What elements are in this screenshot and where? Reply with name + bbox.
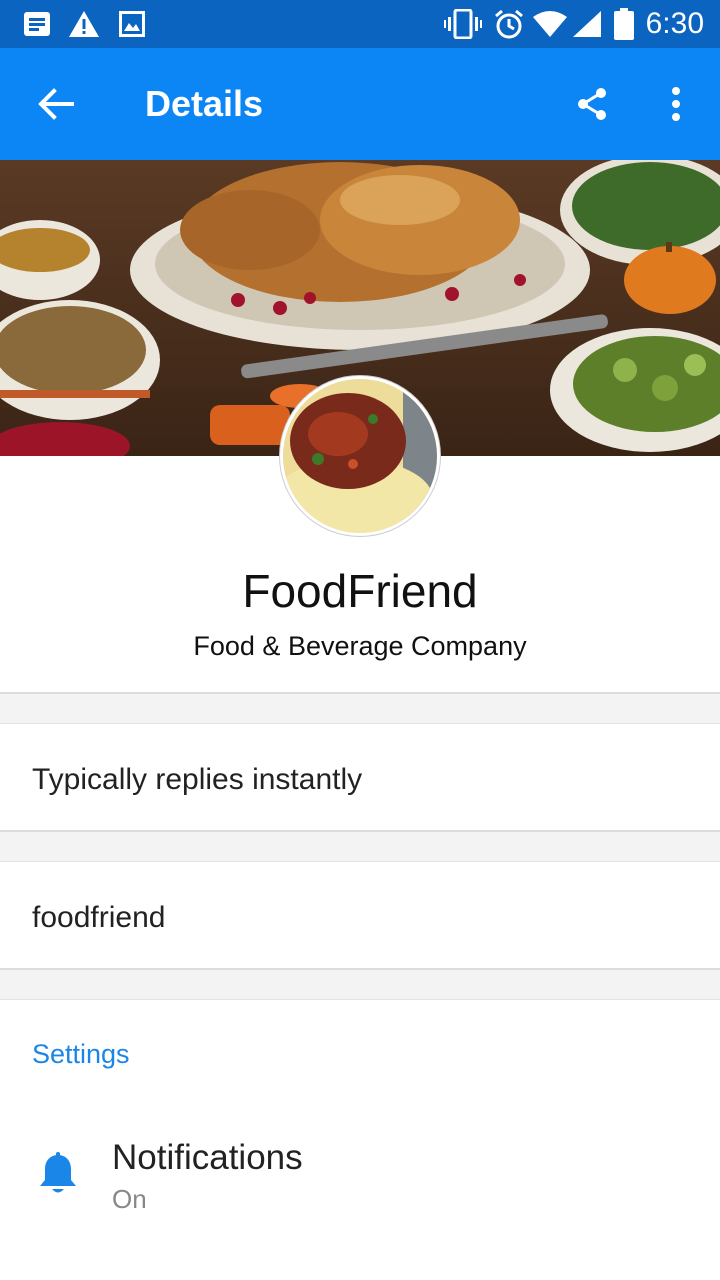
page-title: Details <box>145 83 264 124</box>
warning-icon <box>68 8 100 40</box>
more-vertical-icon <box>672 87 680 121</box>
battery-icon <box>612 8 636 40</box>
page-name: FoodFriend <box>242 565 478 617</box>
message-icon <box>22 8 52 40</box>
vibrate-icon <box>444 8 482 40</box>
bell-icon <box>40 1152 76 1193</box>
status-bar: 6:30 <box>0 0 720 48</box>
username-text: foodfriend <box>32 901 166 934</box>
notifications-label: Notifications <box>112 1138 303 1177</box>
back-button[interactable] <box>28 76 84 132</box>
response-time-text: Typically replies instantly <box>32 763 363 796</box>
image-icon <box>118 8 146 40</box>
section-divider <box>0 692 720 724</box>
page-category: Food & Beverage Company <box>193 631 527 661</box>
alarm-icon <box>492 8 526 40</box>
app-bar: Details <box>0 48 720 160</box>
wifi-icon <box>532 8 568 40</box>
share-button[interactable] <box>564 76 620 132</box>
settings-header: Settings <box>32 1039 130 1069</box>
notifications-value: On <box>112 1184 147 1214</box>
share-icon <box>578 88 606 120</box>
profile-avatar <box>280 376 440 536</box>
notifications-setting[interactable]: Notifications On <box>0 1120 720 1240</box>
arrow-back-icon <box>38 88 74 120</box>
section-divider <box>0 830 720 862</box>
more-options-button[interactable] <box>648 76 704 132</box>
section-divider <box>0 968 720 1000</box>
signal-icon <box>572 8 602 40</box>
status-time: 6:30 <box>645 7 704 40</box>
